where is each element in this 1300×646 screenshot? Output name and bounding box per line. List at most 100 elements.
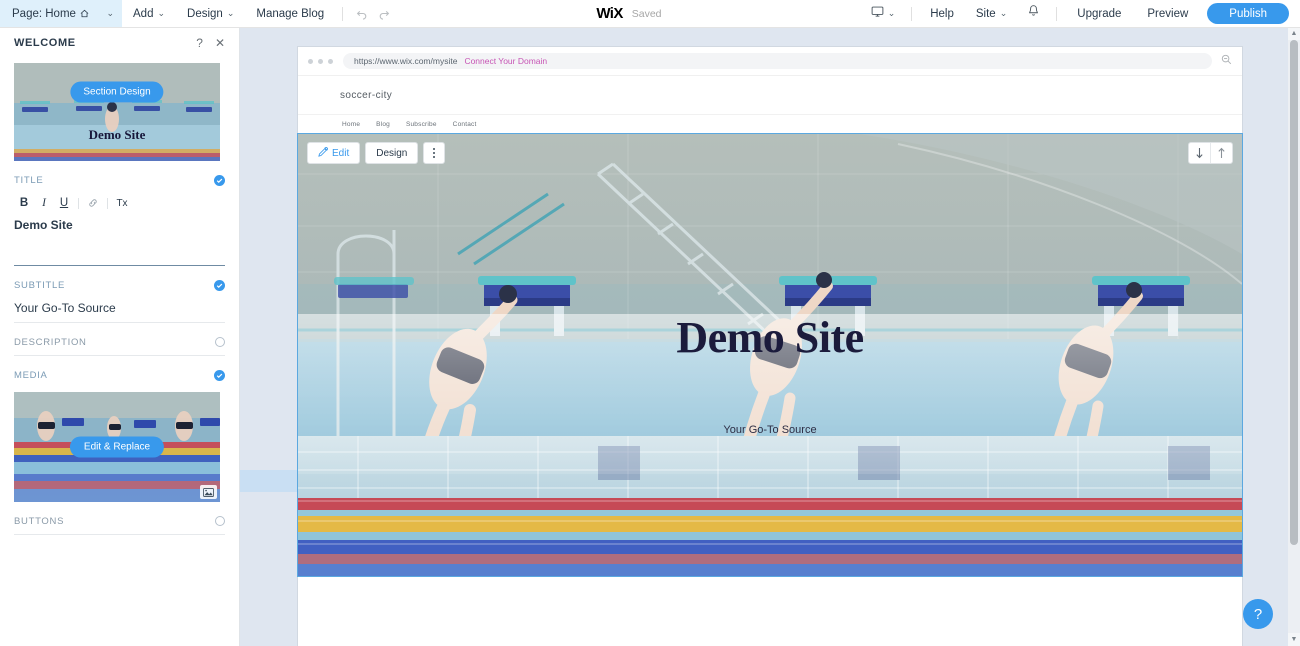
image-icon[interactable] — [200, 485, 217, 499]
site-nav: Home Blog Subscribe Contact — [298, 114, 1242, 134]
title-input[interactable]: Demo Site — [14, 215, 225, 239]
url-bar[interactable]: https://www.wix.com/mysite Connect Your … — [343, 53, 1212, 69]
close-icon[interactable]: ✕ — [215, 37, 225, 49]
editor-canvas: https://www.wix.com/mysite Connect Your … — [240, 27, 1288, 646]
nav-item-blog[interactable]: Blog — [376, 121, 390, 128]
scroll-down-icon[interactable]: ▼ — [1288, 633, 1300, 646]
undo-icon[interactable] — [354, 7, 368, 21]
kebab-dot — [433, 156, 436, 158]
menu-site[interactable]: Site ⌄ — [965, 0, 1018, 27]
bold-button[interactable]: B — [14, 194, 34, 212]
design-section-button[interactable]: Design — [365, 142, 419, 164]
panel-section-media: MEDIA Edit & Replace — [0, 362, 239, 502]
canvas-scrollbar[interactable]: ▲ ▼ — [1288, 27, 1300, 646]
media-section-label: MEDIA — [14, 369, 48, 381]
subtitle-input[interactable]: Your Go-To Source — [14, 298, 225, 322]
subtitle-section-label: SUBTITLE — [14, 279, 65, 291]
scroll-up-icon[interactable]: ▲ — [1288, 27, 1300, 40]
notifications-button[interactable] — [1018, 0, 1049, 27]
topbar-divider-3 — [1056, 6, 1058, 21]
description-section-header: DESCRIPTION — [14, 329, 225, 355]
subtitle-section-header: SUBTITLE — [14, 272, 225, 298]
page-selector-label: Page: Home — [12, 8, 89, 20]
hero-section[interactable]: Demo Site Your Go-To Source Edit Design — [297, 133, 1243, 577]
title-section-label: TITLE — [14, 174, 44, 186]
section-design-button[interactable]: Section Design — [70, 81, 164, 103]
section-toolbar: Edit Design — [307, 142, 446, 164]
nav-item-contact[interactable]: Contact — [453, 121, 477, 128]
menu-manage-blog-label: Manage Blog — [256, 7, 325, 20]
menu-design[interactable]: Design ⌄ — [176, 0, 245, 27]
chevron-down-icon: ⌄ — [226, 8, 235, 18]
italic-button[interactable]: I — [34, 194, 54, 212]
nav-item-subscribe[interactable]: Subscribe — [406, 121, 437, 128]
panel-header: WELCOME ? ✕ — [0, 27, 239, 59]
zoom-out-icon[interactable] — [1221, 52, 1232, 70]
monitor-icon — [871, 5, 884, 23]
help-icon[interactable]: ? — [196, 37, 203, 49]
format-divider-1 — [78, 197, 79, 209]
panel-section-buttons: BUTTONS — [0, 508, 239, 535]
title-format-toolbar: B I U Tx — [14, 193, 225, 213]
underline-button[interactable]: U — [54, 194, 74, 212]
upgrade-button[interactable]: Upgrade — [1064, 8, 1134, 20]
editor-top-bar: Page: Home ⌄ Add ⌄ Design ⌄ Manage Blog — [0, 0, 1300, 28]
pencil-icon — [318, 146, 329, 160]
edit-replace-button[interactable]: Edit & Replace — [69, 436, 165, 458]
welcome-settings-panel: WELCOME ? ✕ Section Design Demo Site TIT… — [0, 27, 240, 646]
browser-dot — [328, 58, 333, 64]
publish-button[interactable]: Publish — [1207, 3, 1290, 24]
clear-format-button[interactable]: Tx — [112, 194, 132, 212]
page-selector[interactable]: Page: Home ⌄ — [0, 0, 122, 27]
edit-section-label: Edit — [332, 147, 350, 159]
browser-dot — [318, 58, 323, 64]
subtitle-toggle[interactable] — [214, 279, 225, 291]
selection-indicator-band — [240, 470, 298, 492]
chevron-down-icon: ⌄ — [999, 8, 1008, 18]
site-name: soccer-city — [340, 89, 393, 101]
section-move-controls — [1188, 142, 1233, 164]
home-icon — [80, 9, 89, 18]
nav-item-home[interactable]: Home — [342, 121, 360, 128]
hero-subtitle: Your Go-To Source — [723, 424, 817, 436]
wix-editor-window: Page: Home ⌄ Add ⌄ Design ⌄ Manage Blog — [0, 0, 1300, 646]
thumbnail-title-overlay: Demo Site — [88, 126, 146, 142]
menu-site-label: Site — [975, 7, 996, 20]
kebab-menu-icon[interactable] — [423, 142, 446, 164]
link-icon[interactable] — [83, 194, 103, 212]
description-toggle[interactable] — [215, 337, 225, 347]
media-toggle[interactable] — [214, 369, 225, 381]
device-switcher[interactable]: ⌄ — [862, 0, 905, 27]
edit-section-button[interactable]: Edit — [307, 142, 361, 164]
section-preview-thumbnail[interactable]: Section Design Demo Site — [14, 63, 220, 161]
bell-icon — [1027, 4, 1040, 23]
connect-domain-link[interactable]: Connect Your Domain — [464, 56, 547, 66]
buttons-section-label: BUTTONS — [14, 515, 65, 527]
menu-manage-blog[interactable]: Manage Blog — [245, 0, 335, 27]
description-section-label: DESCRIPTION — [14, 336, 87, 348]
media-section-header: MEDIA — [14, 362, 225, 388]
menu-help[interactable]: Help — [919, 0, 965, 27]
browser-dots — [308, 58, 333, 64]
arrow-up-icon[interactable] — [1210, 143, 1232, 163]
site-url: https://www.wix.com/mysite — [354, 56, 458, 66]
buttons-toggle[interactable] — [215, 516, 225, 526]
preview-button[interactable]: Preview — [1134, 8, 1201, 20]
subtitle-field-underline — [14, 322, 225, 323]
scrollbar-thumb[interactable] — [1290, 40, 1298, 545]
menu-add-label: Add — [133, 7, 154, 20]
arrow-down-icon[interactable] — [1189, 143, 1210, 163]
buttons-section-header: BUTTONS — [14, 508, 225, 534]
media-thumbnail[interactable]: Edit & Replace — [14, 392, 220, 502]
redo-icon[interactable] — [378, 7, 392, 21]
page-selector-caret-icon: ⌄ — [106, 8, 114, 18]
wix-logo[interactable]: WiX — [596, 5, 623, 22]
panel-section-description: DESCRIPTION — [0, 329, 239, 356]
title-toggle[interactable] — [214, 174, 225, 186]
help-floating-button[interactable]: ? — [1243, 599, 1273, 629]
site-preview-frame: https://www.wix.com/mysite Connect Your … — [297, 47, 1243, 646]
page-selector-text: Page: Home — [12, 7, 76, 20]
device-caret-icon: ⌄ — [887, 8, 896, 18]
browser-dot — [308, 58, 313, 64]
menu-add[interactable]: Add ⌄ — [122, 0, 176, 27]
